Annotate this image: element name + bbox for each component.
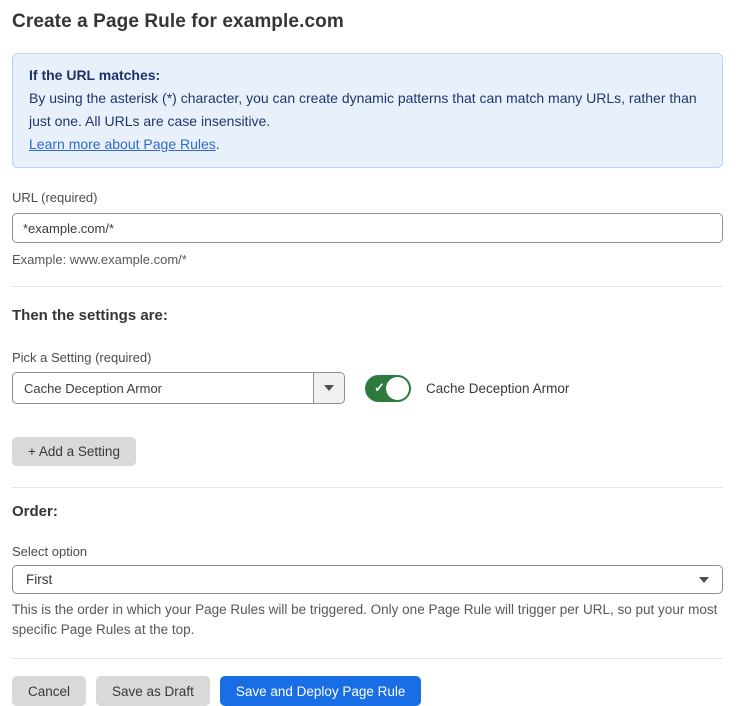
info-box-body: By using the asterisk (*) character, you… <box>29 87 706 133</box>
pick-setting-dropdown[interactable]: Cache Deception Armor <box>12 372 345 404</box>
pick-setting-value: Cache Deception Armor <box>13 373 313 403</box>
url-matches-info-box: If the URL matches: By using the asteris… <box>12 53 723 168</box>
pick-setting-label: Pick a Setting (required) <box>12 350 723 365</box>
chevron-down-icon <box>324 385 334 391</box>
setting-row: Cache Deception Armor ✓ Cache Deception … <box>12 372 723 404</box>
footer-button-row: Cancel Save as Draft Save and Deploy Pag… <box>12 676 723 706</box>
chevron-down-icon <box>699 577 709 583</box>
divider <box>12 487 723 488</box>
toggle-knob <box>386 377 409 400</box>
add-setting-button[interactable]: + Add a Setting <box>12 437 136 466</box>
url-example-helper: Example: www.example.com/* <box>12 250 723 269</box>
page-title: Create a Page Rule for example.com <box>12 11 723 33</box>
order-select[interactable]: First <box>12 565 723 594</box>
order-helper-text: This is the order in which your Page Rul… <box>12 600 723 640</box>
order-select-value: First <box>26 572 52 587</box>
url-input[interactable] <box>12 213 723 243</box>
cache-deception-armor-toggle[interactable]: ✓ <box>365 375 411 402</box>
info-box-link-line: Learn more about Page Rules. <box>29 133 706 156</box>
order-section-heading: Order: <box>12 503 723 520</box>
check-icon: ✓ <box>374 381 385 394</box>
divider <box>12 286 723 287</box>
save-as-draft-button[interactable]: Save as Draft <box>96 676 210 706</box>
settings-section-heading: Then the settings are: <box>12 307 723 324</box>
order-select-label: Select option <box>12 544 723 559</box>
save-and-deploy-button[interactable]: Save and Deploy Page Rule <box>220 676 422 706</box>
dropdown-arrow-button[interactable] <box>313 373 344 403</box>
info-box-heading: If the URL matches: <box>29 64 706 87</box>
create-page-rule-form: Create a Page Rule for example.com If th… <box>0 0 750 706</box>
divider <box>12 658 723 659</box>
toggle-setting-label: Cache Deception Armor <box>426 381 569 396</box>
link-period: . <box>216 136 220 152</box>
url-field-label: URL (required) <box>12 190 723 205</box>
learn-more-link[interactable]: Learn more about Page Rules <box>29 136 216 152</box>
cancel-button[interactable]: Cancel <box>12 676 86 706</box>
